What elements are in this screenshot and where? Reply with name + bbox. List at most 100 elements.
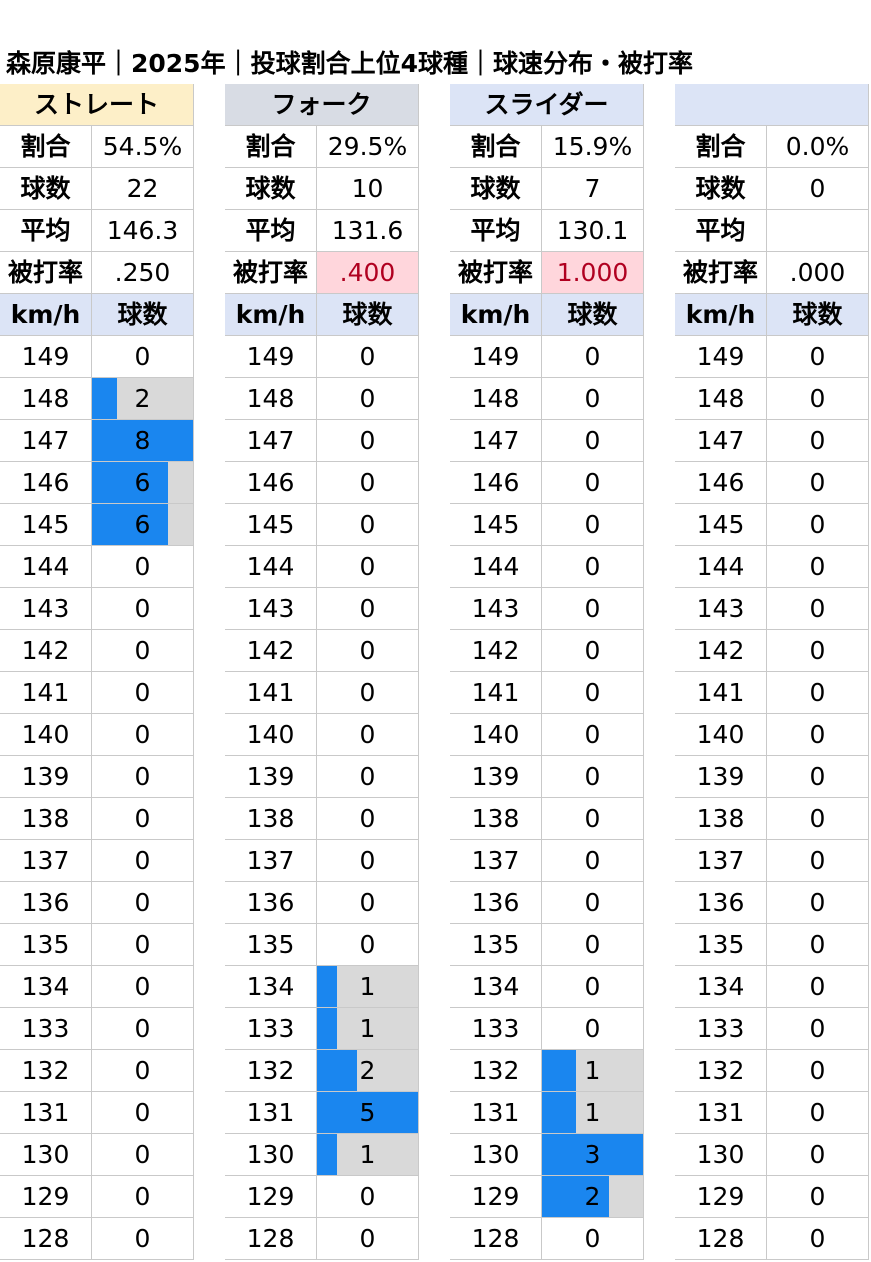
count-column-header: 球数: [767, 294, 869, 336]
count-value: 0: [584, 342, 601, 371]
count-value: 0: [134, 720, 151, 749]
count-cell: 0: [92, 630, 194, 672]
speed-cell: 144: [225, 546, 317, 588]
count-column-header: 球数: [542, 294, 644, 336]
count-value: 2: [584, 1182, 601, 1211]
count-value: 0: [134, 1098, 151, 1127]
count-value: 0: [134, 804, 151, 833]
count-cell: 0: [767, 420, 869, 462]
speed-cell: 131: [225, 1092, 317, 1134]
count-cell: 0: [317, 798, 419, 840]
speed-cell: 148: [225, 378, 317, 420]
speed-cell: 142: [450, 630, 542, 672]
speed-cell: 129: [450, 1176, 542, 1218]
speed-cell: 149: [0, 336, 92, 378]
count-cell: 2: [542, 1176, 644, 1218]
speed-cell: 129: [0, 1176, 92, 1218]
count-cell: 5: [317, 1092, 419, 1134]
speed-cell: 132: [0, 1050, 92, 1092]
count-value: 0: [809, 342, 826, 371]
speed-cell: 146: [225, 462, 317, 504]
pitch-block-3: 割合 0.0% 球数 0 平均 被打率 .000 km/h 球数 149 0 148 0 147 0 146 0…: [675, 84, 869, 1260]
speed-cell: 132: [450, 1050, 542, 1092]
speed-cell: 137: [225, 840, 317, 882]
count-value: 0: [809, 1140, 826, 1169]
stat-label-ratio: 割合: [225, 126, 317, 168]
stat-label-ratio: 割合: [675, 126, 767, 168]
count-cell: 0: [767, 1008, 869, 1050]
count-cell: 0: [542, 1218, 644, 1260]
count-bar: [92, 462, 168, 503]
count-value: 0: [584, 804, 601, 833]
count-value: 0: [359, 426, 376, 455]
count-cell: 0: [317, 882, 419, 924]
count-value: 0: [359, 510, 376, 539]
speed-cell: 147: [225, 420, 317, 462]
count-value: 0: [359, 342, 376, 371]
speed-cell: 146: [675, 462, 767, 504]
count-value: 0: [134, 972, 151, 1001]
speed-cell: 128: [450, 1218, 542, 1260]
speed-cell: 130: [675, 1134, 767, 1176]
count-value: 0: [134, 1182, 151, 1211]
speed-cell: 138: [0, 798, 92, 840]
count-cell: 0: [767, 462, 869, 504]
count-value: 0: [359, 846, 376, 875]
count-value: 0: [809, 720, 826, 749]
count-cell: 0: [92, 336, 194, 378]
stat-value-ba: 1.000: [542, 252, 644, 294]
speed-cell: 132: [675, 1050, 767, 1092]
count-value: 0: [809, 636, 826, 665]
count-value: 0: [809, 678, 826, 707]
count-cell: 0: [317, 336, 419, 378]
speed-cell: 142: [675, 630, 767, 672]
count-cell: 0: [542, 336, 644, 378]
speed-cell: 142: [225, 630, 317, 672]
count-cell: 0: [767, 1092, 869, 1134]
stat-label-ba: 被打率: [225, 252, 317, 294]
count-value: 0: [584, 552, 601, 581]
count-cell: 2: [92, 378, 194, 420]
speed-cell: 137: [0, 840, 92, 882]
speed-cell: 130: [450, 1134, 542, 1176]
speed-cell: 136: [0, 882, 92, 924]
stat-label-ba: 被打率: [0, 252, 92, 294]
count-value: 0: [134, 1056, 151, 1085]
count-cell: 0: [767, 1176, 869, 1218]
count-value: 1: [584, 1098, 601, 1127]
count-value: 0: [359, 594, 376, 623]
count-value: 0: [809, 384, 826, 413]
count-cell: 0: [542, 756, 644, 798]
count-cell: 0: [542, 588, 644, 630]
pitch-name-header: スライダー: [450, 84, 644, 126]
count-cell: 0: [767, 504, 869, 546]
speed-cell: 135: [675, 924, 767, 966]
speed-cell: 140: [675, 714, 767, 756]
stat-value-count: 0: [767, 168, 869, 210]
speed-cell: 143: [0, 588, 92, 630]
speed-cell: 146: [450, 462, 542, 504]
count-value: 0: [359, 930, 376, 959]
count-cell: 0: [317, 504, 419, 546]
count-value: 0: [809, 468, 826, 497]
speed-cell: 145: [225, 504, 317, 546]
count-value: 0: [809, 930, 826, 959]
count-value: 6: [134, 510, 151, 539]
count-bar: [317, 1134, 338, 1175]
pitch-block-1: フォーク 割合 29.5% 球数 10 平均 131.6 被打率 .400 km/h 球数 149 0 1…: [225, 84, 419, 1260]
count-cell: 0: [92, 714, 194, 756]
count-cell: 0: [317, 546, 419, 588]
speed-cell: 134: [675, 966, 767, 1008]
speed-cell: 145: [675, 504, 767, 546]
speed-cell: 135: [0, 924, 92, 966]
count-cell: 0: [542, 840, 644, 882]
count-cell: 0: [767, 840, 869, 882]
count-bar: [317, 1008, 338, 1049]
speed-cell: 134: [450, 966, 542, 1008]
speed-cell: 141: [450, 672, 542, 714]
count-value: 0: [584, 1014, 601, 1043]
count-value: 0: [359, 888, 376, 917]
count-cell: 8: [92, 420, 194, 462]
count-cell: 0: [317, 378, 419, 420]
speed-cell: 138: [675, 798, 767, 840]
